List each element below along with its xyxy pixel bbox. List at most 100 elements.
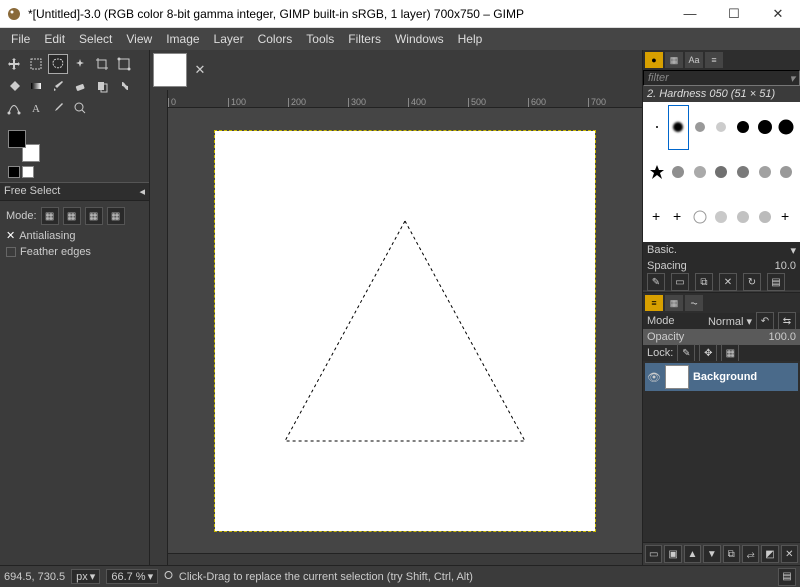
layer-row[interactable]: 👁 Background [645,363,798,391]
layers-tab[interactable]: ≡ [645,295,663,311]
merge-layer-icon[interactable]: ⥄ [742,545,759,563]
vertical-ruler [150,90,168,565]
color-selector[interactable] [0,126,149,182]
path-tool[interactable] [4,98,24,118]
brush-spacing-slider[interactable]: Spacing 10.0 [643,258,800,274]
menu-layer[interactable]: Layer [207,32,251,46]
open-brush-icon[interactable]: ▤ [767,273,785,291]
fuzzy-select-tool[interactable] [70,54,90,74]
svg-text:+: + [652,209,660,224]
mode-replace[interactable]: ▦ [41,207,59,225]
patterns-tab[interactable]: ▦ [665,52,683,68]
duplicate-brush-icon[interactable]: ⧉ [695,273,713,291]
edit-brush-icon[interactable]: ✎ [647,273,665,291]
new-brush-icon[interactable]: ▭ [671,273,689,291]
lower-layer-icon[interactable]: ▼ [703,545,720,563]
menubar: File Edit Select View Image Layer Colors… [0,28,800,50]
eraser-tool[interactable] [70,76,90,96]
paintbrush-tool[interactable] [48,76,68,96]
lasso-icon: ⭘ [164,570,173,583]
layer-mode-switch-icon[interactable]: ⇆ [778,312,796,330]
fonts-tab[interactable]: Aa [685,52,703,68]
brush-preset-dropdown[interactable]: Basic.▾ [643,242,800,258]
brush-filter-input[interactable]: filter▾ [643,70,800,86]
minimize-button[interactable]: — [668,0,712,27]
layer-mode-dropdown[interactable]: Normal ▾ [708,315,752,328]
mode-subtract[interactable]: ▦ [85,207,103,225]
horizontal-scrollbar[interactable] [168,553,642,565]
layer-list: 👁 Background [643,361,800,542]
lock-position-icon[interactable]: ✥ [699,344,717,362]
transform-tool[interactable] [114,54,134,74]
delete-layer-icon[interactable]: ✕ [781,545,798,563]
delete-brush-icon[interactable]: ✕ [719,273,737,291]
menu-select[interactable]: Select [72,32,119,46]
gradient-tool[interactable] [26,76,46,96]
channels-tab[interactable]: ▦ [665,295,683,311]
app-icon [6,6,22,22]
menu-colors[interactable]: Colors [251,32,300,46]
menu-file[interactable]: File [4,32,37,46]
color-picker-tool[interactable] [48,98,68,118]
lock-alpha-icon[interactable]: ▦ [721,344,739,362]
free-select-tool[interactable] [48,54,68,74]
foreground-color[interactable] [8,130,26,148]
zoom-dropdown[interactable]: 66.7 % ▾ [106,569,158,584]
menu-view[interactable]: View [119,32,159,46]
unit-dropdown[interactable]: px ▾ [71,569,100,584]
toolbox: A [0,50,149,126]
mode-add[interactable]: ▦ [63,207,81,225]
brush-grid[interactable]: + + + [643,102,800,242]
layer-name[interactable]: Background [693,371,757,383]
status-hint: Click-Drag to replace the current select… [179,571,772,583]
feather-checkbox[interactable] [6,247,16,257]
menu-image[interactable]: Image [159,32,206,46]
horizontal-ruler: 0100200300400500600700 [168,90,642,108]
history-tab[interactable]: ≡ [705,52,723,68]
status-nav-icon[interactable]: ▤ [778,568,796,586]
visibility-icon[interactable]: 👁 [647,371,661,384]
zoom-tool[interactable] [70,98,90,118]
new-layer-icon[interactable]: ▭ [645,545,662,563]
antialiasing-label: Antialiasing [19,230,75,242]
menu-help[interactable]: Help [451,32,490,46]
maximize-button[interactable]: ☐ [712,0,756,27]
document-close-icon[interactable]: ✕ [191,61,209,79]
tool-options-menu-icon[interactable]: ◂ [139,185,145,198]
raise-layer-icon[interactable]: ▲ [684,545,701,563]
document-tab[interactable] [153,53,187,87]
text-tool[interactable]: A [26,98,46,118]
crop-tool[interactable] [92,54,112,74]
swap-colors[interactable] [8,166,20,178]
default-colors[interactable] [22,166,34,178]
refresh-brush-icon[interactable]: ↻ [743,273,761,291]
brush-selected-label: 2. Hardness 050 (51 × 51) [643,86,800,102]
left-panel: A Free Select ◂ Mode: [0,50,150,565]
svg-text:+: + [673,209,681,224]
duplicate-layer-icon[interactable]: ⧉ [723,545,740,563]
mode-intersect[interactable]: ▦ [107,207,125,225]
rect-select-tool[interactable] [26,54,46,74]
feather-label: Feather edges [20,246,91,258]
bucket-tool[interactable] [4,76,24,96]
smudge-tool[interactable] [114,76,134,96]
canvas-area: ✕ 0100200300400500600700 [150,50,642,565]
menu-windows[interactable]: Windows [388,32,451,46]
menu-tools[interactable]: Tools [299,32,341,46]
paths-tab[interactable]: ⏦ [685,295,703,311]
canvas[interactable] [215,131,595,531]
canvas-viewport[interactable] [168,108,642,553]
new-group-icon[interactable]: ▣ [664,545,681,563]
mask-layer-icon[interactable]: ◩ [761,545,778,563]
clone-tool[interactable] [92,76,112,96]
menu-edit[interactable]: Edit [37,32,72,46]
move-tool[interactable] [4,54,24,74]
menu-filters[interactable]: Filters [341,32,388,46]
lock-pixels-icon[interactable]: ✎ [677,344,695,362]
layer-mode-reset-icon[interactable]: ↶ [756,312,774,330]
titlebar: *[Untitled]-3.0 (RGB color 8-bit gamma i… [0,0,800,28]
close-button[interactable]: ✕ [756,0,800,27]
layer-opacity-slider[interactable]: Opacity 100.0 [643,329,800,345]
brushes-tab[interactable]: ● [645,52,663,68]
antialiasing-checkbox[interactable]: ✕ [6,229,15,242]
